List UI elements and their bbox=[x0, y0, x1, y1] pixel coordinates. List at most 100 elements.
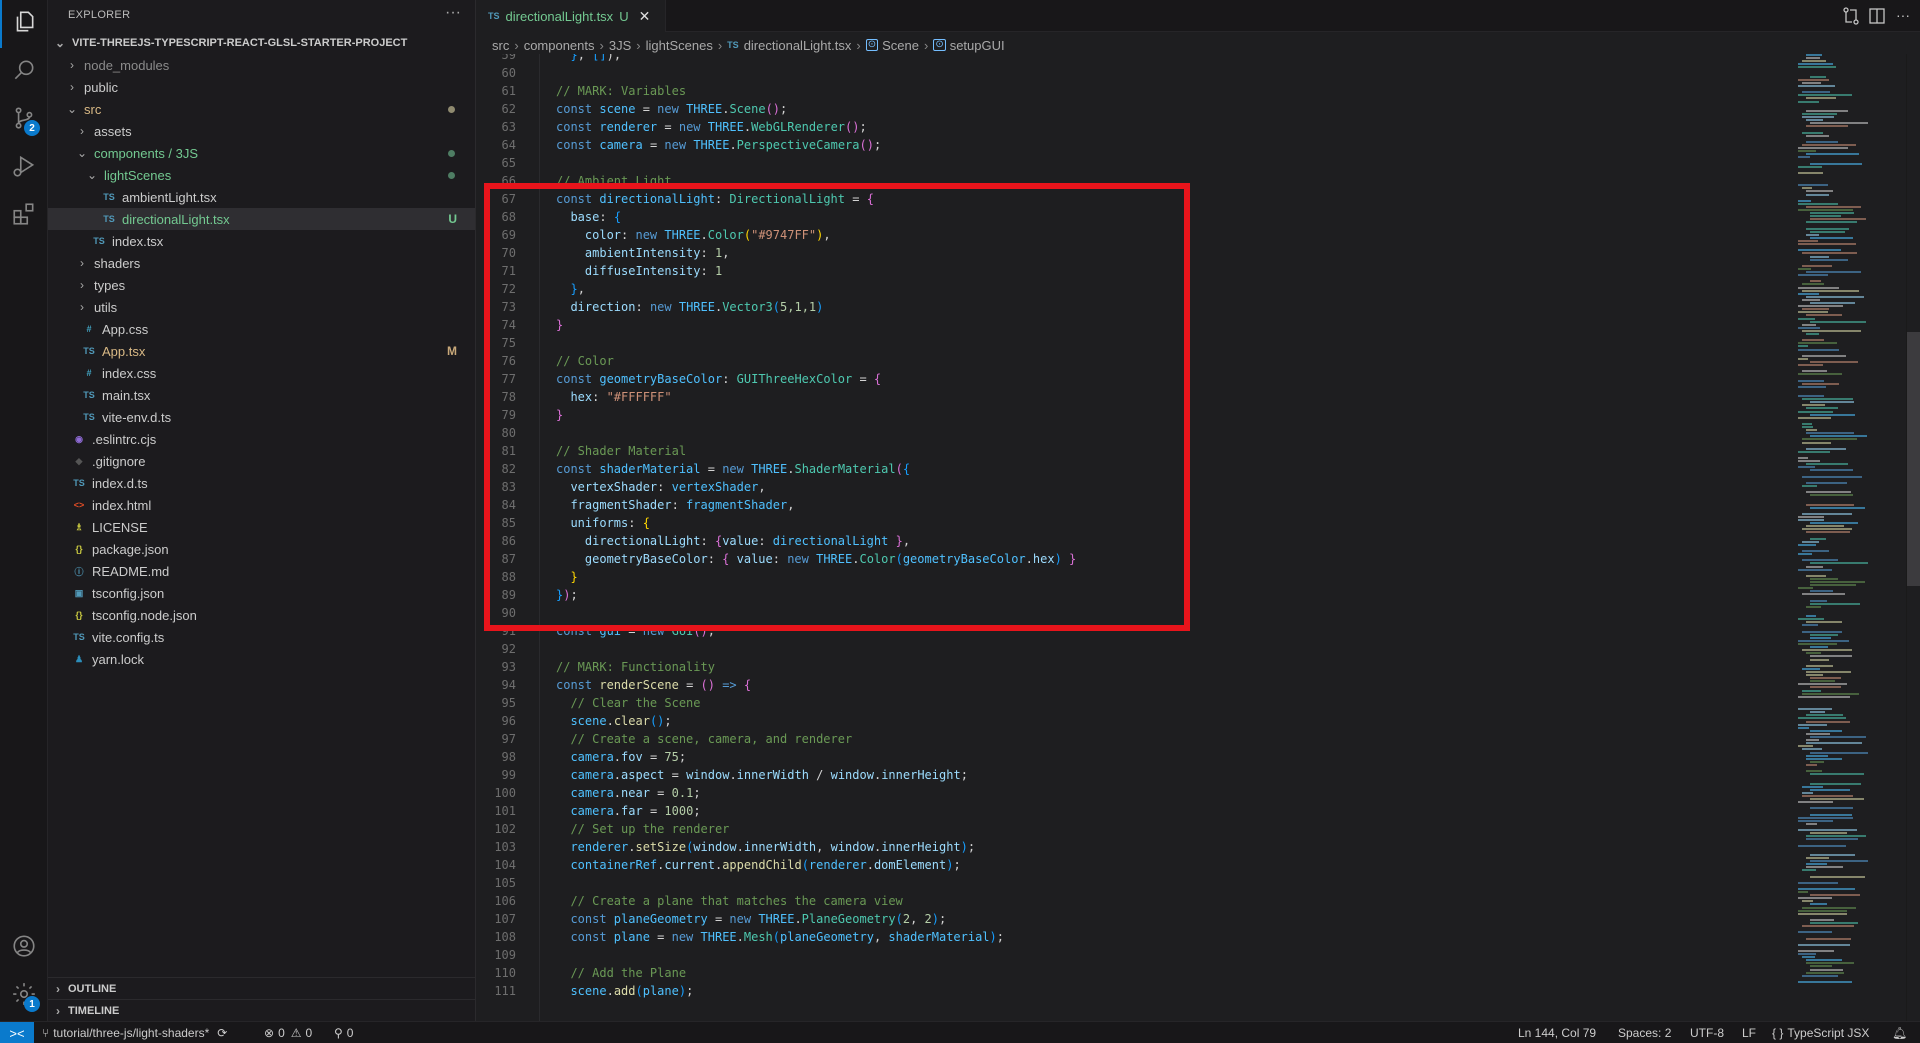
tree-file[interactable]: ▣ tsconfig.json bbox=[48, 582, 475, 604]
minimap-line bbox=[1806, 962, 1855, 965]
tree-file[interactable]: TS index.d.ts bbox=[48, 472, 475, 494]
timeline-panel-header[interactable]: › TIMELINE bbox=[48, 999, 475, 1021]
minimap-line bbox=[1798, 267, 1812, 270]
minimap[interactable] bbox=[1790, 54, 1906, 1014]
open-changes-button[interactable] bbox=[1842, 7, 1860, 25]
tree-folder[interactable]: ⌄ src bbox=[48, 98, 475, 120]
minimap-line bbox=[1802, 475, 1862, 478]
tree-file[interactable]: {} package.json bbox=[48, 538, 475, 560]
tree-file[interactable]: ◆ .gitignore bbox=[48, 450, 475, 472]
tree-file[interactable]: TS main.tsx bbox=[48, 384, 475, 406]
minimap-line bbox=[1806, 109, 1849, 112]
activity-source-control[interactable]: 2 bbox=[0, 96, 48, 144]
line-number: 91 bbox=[501, 624, 516, 638]
minimap-line bbox=[1802, 559, 1838, 562]
tree-file[interactable]: ◉ .eslintrc.cjs bbox=[48, 428, 475, 450]
tree-file[interactable]: TS vite.config.ts bbox=[48, 626, 475, 648]
minimap-line bbox=[1798, 379, 1825, 382]
tree-file[interactable]: TS index.tsx bbox=[48, 230, 475, 252]
minimap-line bbox=[1798, 639, 1850, 642]
tree-folder[interactable]: › assets bbox=[48, 120, 475, 142]
activity-run-debug[interactable] bbox=[0, 144, 48, 192]
breadcrumb-scene[interactable]: Scene bbox=[882, 38, 919, 53]
close-icon[interactable]: ✕ bbox=[639, 8, 651, 25]
chevron-right-icon: › bbox=[56, 981, 60, 996]
tree-folder[interactable]: › shaders bbox=[48, 252, 475, 274]
minimap-line bbox=[1802, 187, 1813, 190]
tree-file[interactable]: ♟ yarn.lock bbox=[48, 648, 475, 670]
tree-folder[interactable]: ⌄ components / 3JS bbox=[48, 142, 475, 164]
minimap-line bbox=[1802, 112, 1837, 115]
minimap-line bbox=[1798, 909, 1847, 912]
tree-folder[interactable]: › node_modules bbox=[48, 54, 475, 76]
activity-accounts[interactable] bbox=[0, 924, 48, 972]
tree-file[interactable]: ♗ LICENSE bbox=[48, 516, 475, 538]
breadcrumb-setupgui[interactable]: setupGUI bbox=[950, 38, 1005, 53]
encoding[interactable]: UTF-8 bbox=[1690, 1022, 1724, 1043]
minimap-line bbox=[1810, 736, 1866, 738]
notifications-button[interactable]: 🔔︎ bbox=[1892, 1022, 1907, 1043]
breadcrumb-3js[interactable]: 3JS bbox=[609, 38, 631, 53]
end-of-line[interactable]: LF bbox=[1742, 1022, 1756, 1043]
tree-file[interactable]: {} tsconfig.node.json bbox=[48, 604, 475, 626]
tree-file[interactable]: TS App.tsx M bbox=[48, 340, 475, 362]
project-root[interactable]: ⌄ VITE-THREEJS-TYPESCRIPT-REACT-GLSL-STA… bbox=[48, 32, 475, 54]
tree-folder[interactable]: › utils bbox=[48, 296, 475, 318]
problems-button[interactable]: ⊗ 0 ⚠ 0 bbox=[264, 1022, 312, 1043]
tree-file[interactable]: <> index.html bbox=[48, 494, 475, 516]
minimap-line bbox=[1802, 283, 1824, 286]
language-mode[interactable]: { } TypeScript JSX bbox=[1772, 1022, 1869, 1043]
tree-item-label: package.json bbox=[92, 541, 169, 557]
tree-folder[interactable]: ⌄ lightScenes bbox=[48, 164, 475, 186]
activity-extensions[interactable] bbox=[0, 192, 48, 240]
breadcrumb-src[interactable]: src bbox=[492, 38, 509, 53]
activity-manage[interactable]: 1 bbox=[0, 972, 48, 1020]
branch-button[interactable]: ⑂ tutorial/three-js/light-shaders* ⟳ bbox=[42, 1022, 227, 1043]
split-editor-icon bbox=[1868, 8, 1886, 29]
symbol-variable-icon: ⊙ bbox=[865, 39, 879, 51]
tab-bar: TS directionalLight.tsx U ✕ ··· bbox=[476, 0, 1920, 32]
minimap-line bbox=[1798, 317, 1816, 320]
minimap-line bbox=[1798, 395, 1825, 397]
line-number: 68 bbox=[501, 210, 516, 224]
tree-file[interactable]: TS ambientLight.tsx bbox=[48, 186, 475, 208]
tree-folder[interactable]: › public bbox=[48, 76, 475, 98]
tab-directional-light[interactable]: TS directionalLight.tsx U ✕ bbox=[476, 0, 666, 32]
ports-button[interactable]: ⚲ 0 bbox=[334, 1022, 353, 1043]
minimap-line bbox=[1806, 227, 1849, 230]
indentation[interactable]: Spaces: 2 bbox=[1618, 1022, 1671, 1043]
breadcrumb-lightscenes[interactable]: lightScenes bbox=[646, 38, 713, 53]
tree-file[interactable]: # App.css bbox=[48, 318, 475, 340]
outline-panel-header[interactable]: › OUTLINE bbox=[48, 977, 475, 999]
code-editor[interactable]: 59 }, []); 60 61 // MARK: Variables 62 const … bbox=[476, 54, 1790, 1021]
breadcrumb-file[interactable]: directionalLight.tsx bbox=[744, 38, 852, 53]
vertical-scrollbar-thumb[interactable] bbox=[1907, 332, 1920, 586]
minimap-line bbox=[1798, 450, 1831, 453]
ts-file-icon: TS bbox=[73, 632, 85, 642]
code-text: }, bbox=[556, 282, 585, 296]
tree-file[interactable]: TS vite-env.d.ts bbox=[48, 406, 475, 428]
minimap-line bbox=[1810, 633, 1838, 636]
tree-folder[interactable]: › types bbox=[48, 274, 475, 296]
minimap-line bbox=[1806, 295, 1865, 298]
cursor-position[interactable]: Ln 144, Col 79 bbox=[1518, 1022, 1596, 1043]
minimap-line bbox=[1810, 860, 1868, 862]
minimap-line bbox=[1810, 646, 1829, 649]
minimap-line bbox=[1810, 965, 1833, 968]
tree-file[interactable]: ⓘ README.md bbox=[48, 560, 475, 582]
activity-explorer[interactable] bbox=[0, 0, 48, 48]
activity-search[interactable] bbox=[0, 48, 48, 96]
explorer-more-button[interactable]: ··· bbox=[445, 4, 461, 22]
tree-file[interactable]: # index.css bbox=[48, 362, 475, 384]
tree-file[interactable]: TS directionalLight.tsx U bbox=[48, 208, 475, 230]
minimap-line bbox=[1810, 599, 1827, 602]
minimap-line bbox=[1798, 643, 1837, 645]
git-status-badge: U bbox=[448, 212, 457, 226]
minimap-line bbox=[1798, 953, 1816, 955]
split-editor-button[interactable] bbox=[1868, 7, 1886, 25]
breadcrumb-components[interactable]: components bbox=[524, 38, 595, 53]
remote-button[interactable]: >< bbox=[0, 1022, 34, 1043]
minimap-line bbox=[1806, 605, 1821, 608]
more-actions-button[interactable]: ··· bbox=[1894, 7, 1912, 25]
minimap-line bbox=[1798, 912, 1847, 915]
